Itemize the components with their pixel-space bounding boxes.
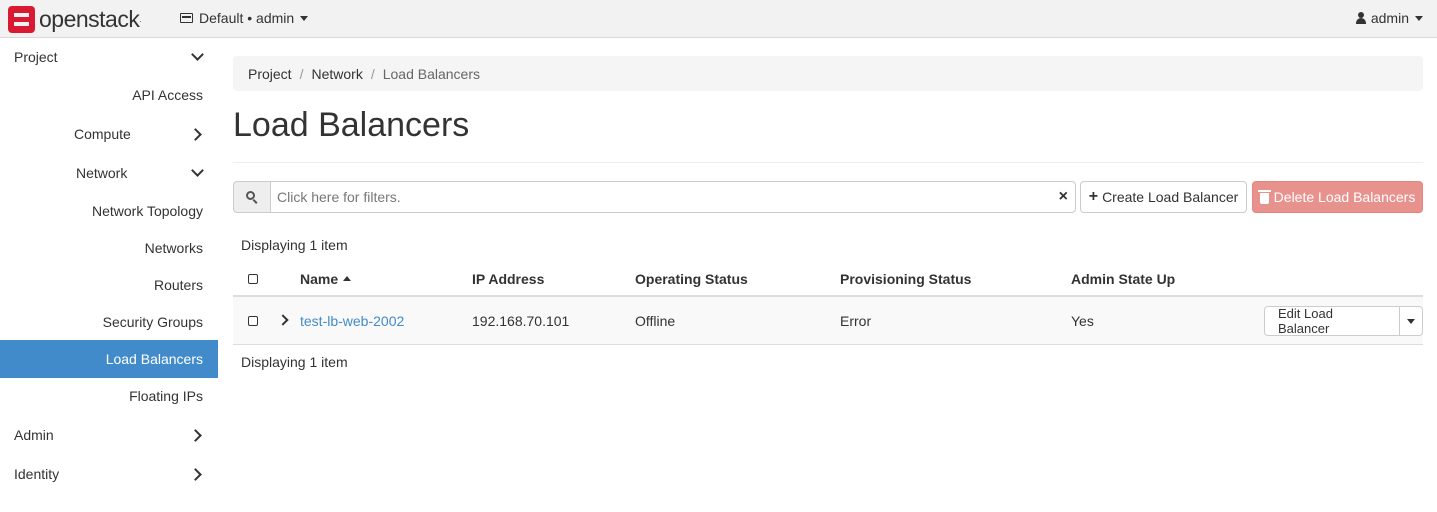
- expand-row-chevron-icon[interactable]: [277, 314, 289, 326]
- breadcrumb-network[interactable]: Network: [311, 66, 362, 82]
- sidebar-item-load-balancers[interactable]: Load Balancers: [0, 340, 218, 378]
- sidebar-item-label: Load Balancers: [105, 351, 203, 367]
- user-icon: [1355, 12, 1366, 24]
- sidebar-item-network[interactable]: Network: [0, 154, 218, 192]
- sidebar-item-security-groups[interactable]: Security Groups: [0, 304, 218, 340]
- chevron-right-icon: [189, 128, 202, 141]
- sidebar-item-label: API Access: [132, 87, 203, 103]
- chevron-right-icon: [189, 468, 202, 481]
- openstack-logo[interactable]: openstack.: [8, 5, 142, 33]
- chevron-right-icon: [189, 429, 202, 442]
- sidebar-item-identity[interactable]: Identity: [0, 454, 218, 492]
- create-load-balancer-label: Create Load Balancer: [1102, 189, 1239, 205]
- column-header-provisioning-status[interactable]: Provisioning Status: [840, 271, 971, 287]
- select-all-checkbox[interactable]: [248, 274, 258, 284]
- table-row: test-lb-web-2002 192.168.70.101 Offline …: [233, 297, 1423, 345]
- load-balancer-name-link[interactable]: test-lb-web-2002: [300, 313, 404, 329]
- sidebar-item-admin[interactable]: Admin: [0, 415, 218, 453]
- row-actions-dropdown-toggle[interactable]: [1399, 306, 1423, 336]
- item-count-top: Displaying 1 item: [241, 237, 348, 253]
- sidebar-item-network-topology[interactable]: Network Topology: [0, 193, 218, 229]
- caret-down-icon: [1415, 15, 1423, 21]
- sidebar-item-label: Networks: [144, 240, 203, 256]
- breadcrumb-project[interactable]: Project: [248, 66, 292, 82]
- page-title: Load Balancers: [233, 106, 470, 144]
- sidebar-item-label: Identity: [14, 466, 60, 482]
- caret-down-icon: [1406, 318, 1415, 324]
- caret-down-icon: [300, 15, 309, 21]
- breadcrumb-separator: /: [370, 66, 375, 82]
- admin-state-up-cell: Yes: [1071, 313, 1094, 329]
- provisioning-status-cell: Error: [840, 313, 872, 329]
- search-icon: [246, 191, 258, 204]
- filter-bar: ×: [233, 181, 1076, 213]
- delete-load-balancers-label: Delete Load Balancers: [1273, 189, 1416, 205]
- project-icon: [180, 13, 193, 23]
- ip-address-cell: 192.168.70.101: [472, 313, 570, 329]
- clear-filter-icon[interactable]: ×: [1059, 188, 1068, 206]
- project-switcher[interactable]: Default • admin: [180, 10, 309, 26]
- filter-input[interactable]: [270, 181, 1076, 213]
- sidebar-item-floating-ips[interactable]: Floating IPs: [0, 378, 218, 414]
- sidebar-item-label: Admin: [14, 427, 54, 443]
- column-header-name[interactable]: Name: [300, 271, 352, 287]
- sidebar-item-routers[interactable]: Routers: [0, 267, 218, 303]
- sidebar-item-compute[interactable]: Compute: [0, 115, 218, 153]
- trash-icon: [1257, 189, 1271, 204]
- sidebar-item-label: Routers: [153, 277, 203, 293]
- row-checkbox[interactable]: [248, 316, 258, 326]
- openstack-logo-icon: [8, 5, 35, 33]
- sidebar-item-project[interactable]: Project: [0, 38, 218, 76]
- title-divider: [233, 162, 1423, 163]
- plus-icon: +: [1088, 188, 1099, 205]
- sidebar-item-label: Network: [76, 165, 128, 181]
- sidebar-item-label: Floating IPs: [129, 388, 203, 404]
- project-switcher-label: Default • admin: [199, 10, 295, 26]
- breadcrumb: Project / Network / Load Balancers: [233, 56, 1423, 91]
- sidebar: Project API Access Compute Network Netwo…: [0, 38, 218, 512]
- sidebar-item-label: Security Groups: [102, 314, 203, 330]
- top-navbar: openstack. Default • admin admin: [0, 0, 1437, 38]
- item-count-bottom: Displaying 1 item: [241, 354, 348, 370]
- chevron-down-icon: [191, 48, 204, 61]
- operating-status-cell: Offline: [635, 313, 676, 329]
- sidebar-item-api-access[interactable]: API Access: [0, 77, 218, 114]
- chevron-down-icon: [191, 164, 204, 177]
- sidebar-item-label: Project: [14, 49, 58, 65]
- search-button[interactable]: [233, 181, 270, 213]
- sidebar-item-label: Compute: [74, 126, 131, 142]
- column-header-ip-address[interactable]: IP Address: [472, 271, 544, 287]
- create-load-balancer-button[interactable]: + Create Load Balancer: [1080, 181, 1247, 213]
- column-header-operating-status[interactable]: Operating Status: [635, 271, 748, 287]
- sort-ascending-icon: [343, 276, 352, 281]
- user-menu[interactable]: admin: [1355, 10, 1423, 26]
- row-actions: Edit Load Balancer: [1264, 306, 1423, 336]
- delete-load-balancers-button[interactable]: Delete Load Balancers: [1252, 181, 1423, 213]
- edit-load-balancer-button[interactable]: Edit Load Balancer: [1264, 306, 1400, 336]
- table-header: Name IP Address Operating Status Provisi…: [233, 260, 1423, 297]
- user-menu-label: admin: [1370, 10, 1409, 26]
- sidebar-item-networks[interactable]: Networks: [0, 230, 218, 266]
- breadcrumb-separator: /: [299, 66, 304, 82]
- breadcrumb-current: Load Balancers: [382, 66, 481, 82]
- sidebar-item-label: Network Topology: [91, 203, 203, 219]
- brand-name: openstack.: [39, 5, 142, 32]
- column-header-admin-state-up[interactable]: Admin State Up: [1071, 271, 1175, 287]
